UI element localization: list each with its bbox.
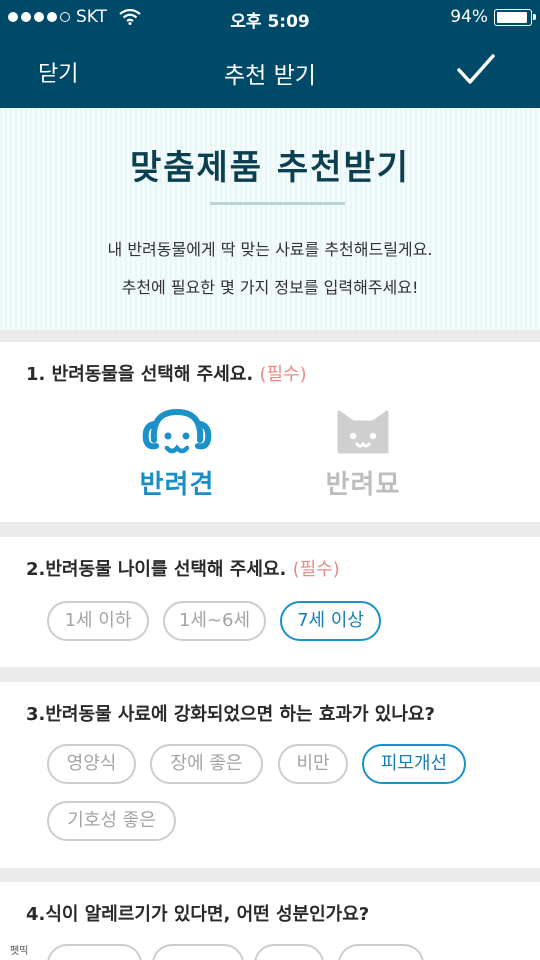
allergy-option-2[interactable] [152, 944, 244, 960]
allergy-option-3[interactable] [254, 944, 324, 960]
intro-banner: 맞춤제품 추천받기 내 반려동물에게 딱 맞는 사료를 추천해드릴게요. 추천에… [0, 108, 540, 330]
age-option-7-plus[interactable]: 7세 이상 [280, 601, 381, 641]
question-text: 2.반려동물 나이를 선택해 주세요. [26, 559, 287, 580]
allergy-option-1[interactable] [47, 944, 142, 960]
allergy-option-4[interactable] [338, 944, 424, 960]
status-bar: SKT 오후 5:09 94% [0, 0, 540, 36]
checkmark-icon[interactable] [456, 52, 496, 88]
question-title: 4.식이 알레르기가 있다면, 어떤 성분인가요? [26, 900, 369, 926]
question-text: 1. 반려동물을 선택해 주세요. [26, 364, 254, 385]
pet-option-cat[interactable]: 반려묘 [313, 406, 413, 501]
status-right: 94% [450, 7, 536, 27]
banner-title: 맞춤제품 추천받기 [129, 148, 411, 188]
banner-description-line1: 내 반려동물에게 딱 맞는 사료를 추천해드릴게요. [107, 240, 433, 259]
benefit-option-weight[interactable]: 비만 [278, 744, 348, 784]
pet-option-label: 반려묘 [325, 470, 401, 500]
question-text: 3.반려동물 사료에 강화되었으면 하는 효과가 있나요? [26, 704, 435, 725]
pet-option-label: 반려견 [139, 470, 215, 500]
age-option-1-to-6[interactable]: 1세~6세 [163, 601, 266, 641]
question-card-age: 2.반려동물 나이를 선택해 주세요. (필수) 1세 이하 1세~6세 7세 … [0, 537, 540, 667]
benefit-option-coat[interactable]: 피모개선 [362, 744, 466, 784]
battery-percent: 94% [450, 7, 488, 27]
required-label: (필수) [292, 559, 340, 580]
battery-icon [494, 8, 536, 26]
pet-option-dog[interactable]: 반려견 [127, 406, 227, 501]
navigation-bar: 닫기 추천 받기 [0, 36, 540, 108]
question-title: 1. 반려동물을 선택해 주세요. (필수) [26, 360, 307, 386]
benefit-option-gut-health[interactable]: 장에 좋은 [150, 744, 263, 784]
age-option-under-1[interactable]: 1세 이하 [47, 601, 149, 641]
question-card-pet-type: 1. 반려동물을 선택해 주세요. (필수) 반려견 반려묘 [0, 342, 540, 522]
battery-fill [497, 11, 528, 23]
question-text: 4.식이 알레르기가 있다면, 어떤 성분인가요? [26, 904, 370, 925]
question-card-benefit: 3.반려동물 사료에 강화되었으면 하는 효과가 있나요? 영양식 장에 좋은 … [0, 682, 540, 868]
cat-icon [337, 410, 389, 454]
banner-description-line2: 추천에 필요한 몇 가지 정보를 입력해주세요! [121, 278, 419, 297]
watermark: 펫띡 [10, 946, 29, 957]
dog-icon [142, 408, 212, 454]
required-label: (필수) [259, 364, 307, 385]
benefit-option-nutrition[interactable]: 영양식 [47, 744, 136, 784]
question-card-allergy: 4.식이 알레르기가 있다면, 어떤 성분인가요? [0, 882, 540, 960]
question-title: 3.반려동물 사료에 강화되었으면 하는 효과가 있나요? [26, 700, 435, 726]
benefit-option-palatability[interactable]: 기호성 좋은 [47, 801, 176, 841]
banner-divider [210, 202, 345, 205]
question-title: 2.반려동물 나이를 선택해 주세요. (필수) [26, 555, 340, 581]
